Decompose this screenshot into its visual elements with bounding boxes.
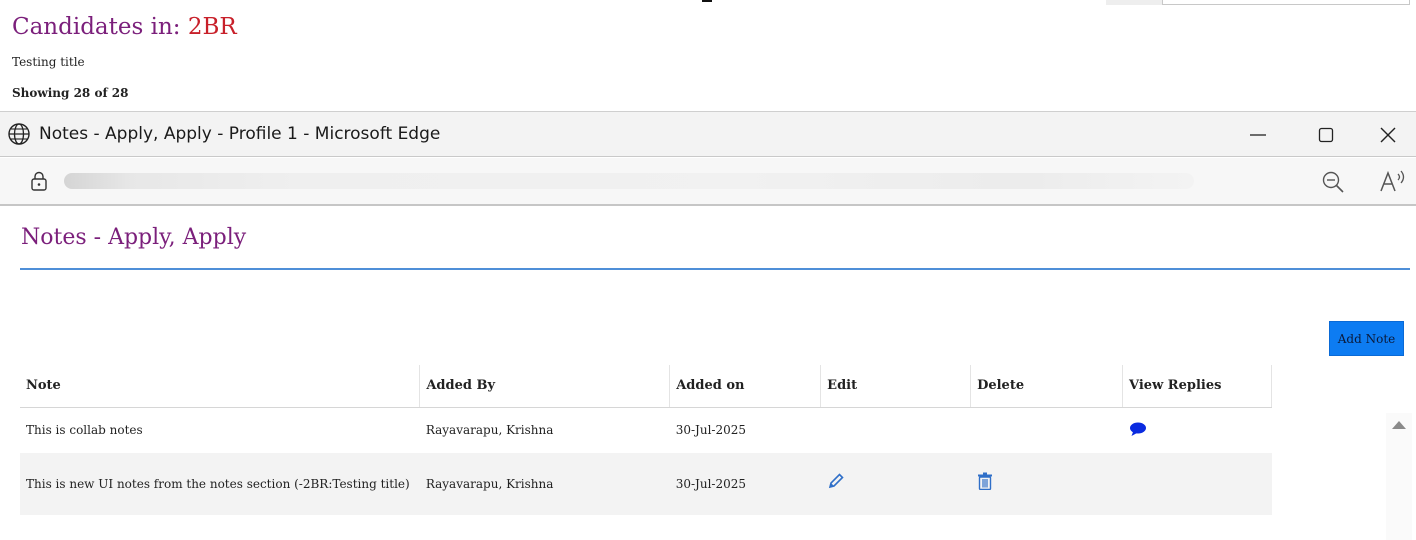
notes-page: Notes - Apply, Apply Add Note Note Added… bbox=[0, 208, 1416, 540]
address-bar[interactable] bbox=[0, 158, 1416, 206]
globe-icon bbox=[8, 123, 30, 145]
candidates-title-prefix: Candidates in: bbox=[12, 14, 188, 40]
read-aloud-icon[interactable] bbox=[1378, 167, 1408, 195]
table-row: This is collab notes Rayavarapu, Krishna… bbox=[20, 407, 1272, 453]
candidates-title: Candidates in: 2BR bbox=[12, 14, 237, 40]
table-header-row: Note Added By Added on Edit Delete View … bbox=[20, 365, 1272, 408]
close-button[interactable] bbox=[1360, 112, 1416, 157]
close-icon bbox=[1380, 127, 1396, 142]
cell-delete bbox=[970, 407, 1123, 453]
cell-added-on: 30-Jul-2025 bbox=[669, 453, 821, 515]
header-added-on[interactable]: Added on bbox=[669, 365, 822, 408]
cell-edit bbox=[820, 407, 971, 453]
cell-edit bbox=[820, 453, 971, 515]
cell-note: This is new UI notes from the notes sect… bbox=[20, 453, 420, 515]
header-added-by[interactable]: Added By bbox=[419, 365, 671, 408]
showing-count: Showing 28 of 28 bbox=[12, 86, 129, 100]
lock-icon[interactable] bbox=[28, 170, 50, 192]
trash-icon[interactable] bbox=[977, 472, 993, 496]
cell-added-by: Rayavarapu, Krishna bbox=[419, 453, 670, 515]
cell-view-replies bbox=[1122, 453, 1272, 515]
add-note-button[interactable]: Add Note bbox=[1329, 321, 1404, 356]
table-row: This is new UI notes from the notes sect… bbox=[20, 453, 1272, 515]
cell-added-by: Rayavarapu, Krishna bbox=[419, 407, 670, 453]
pencil-icon[interactable] bbox=[827, 472, 845, 496]
speech-bubble-icon[interactable] bbox=[1129, 421, 1147, 440]
candidates-title-highlight: 2BR bbox=[187, 14, 237, 40]
zoom-out-icon[interactable] bbox=[1320, 169, 1346, 195]
window-titlebar[interactable]: Notes - Apply, Apply - Profile 1 - Micro… bbox=[0, 112, 1416, 157]
url-field[interactable] bbox=[64, 173, 1194, 189]
heading-divider bbox=[20, 268, 1410, 270]
cell-view-replies bbox=[1122, 407, 1272, 453]
background-page: Candidates in: 2BR Testing title Showing… bbox=[0, 0, 1416, 112]
background-shade bbox=[1106, 0, 1162, 5]
maximize-button[interactable] bbox=[1292, 112, 1360, 157]
header-delete: Delete bbox=[970, 365, 1124, 408]
edge-popup-window: Notes - Apply, Apply - Profile 1 - Micro… bbox=[0, 111, 1416, 540]
maximize-icon bbox=[1318, 127, 1334, 142]
cell-added-on: 30-Jul-2025 bbox=[669, 407, 821, 453]
background-divider bbox=[702, 0, 712, 2]
window-title: Notes - Apply, Apply - Profile 1 - Micro… bbox=[39, 124, 441, 144]
background-search-box[interactable] bbox=[1162, 0, 1410, 5]
cell-delete bbox=[970, 453, 1123, 515]
minimize-button[interactable] bbox=[1224, 112, 1292, 157]
header-edit: Edit bbox=[820, 365, 972, 408]
scroll-up-arrow-icon[interactable] bbox=[1392, 421, 1406, 429]
scrollbar[interactable] bbox=[1386, 413, 1412, 540]
header-view-replies: View Replies bbox=[1122, 365, 1272, 408]
header-note[interactable]: Note bbox=[20, 365, 421, 408]
page-title: Notes - Apply, Apply bbox=[21, 225, 247, 250]
notes-table: Note Added By Added on Edit Delete View … bbox=[20, 365, 1272, 515]
candidates-subtitle: Testing title bbox=[12, 55, 85, 69]
cell-note: This is collab notes bbox=[20, 407, 420, 453]
minimize-icon bbox=[1250, 133, 1266, 136]
